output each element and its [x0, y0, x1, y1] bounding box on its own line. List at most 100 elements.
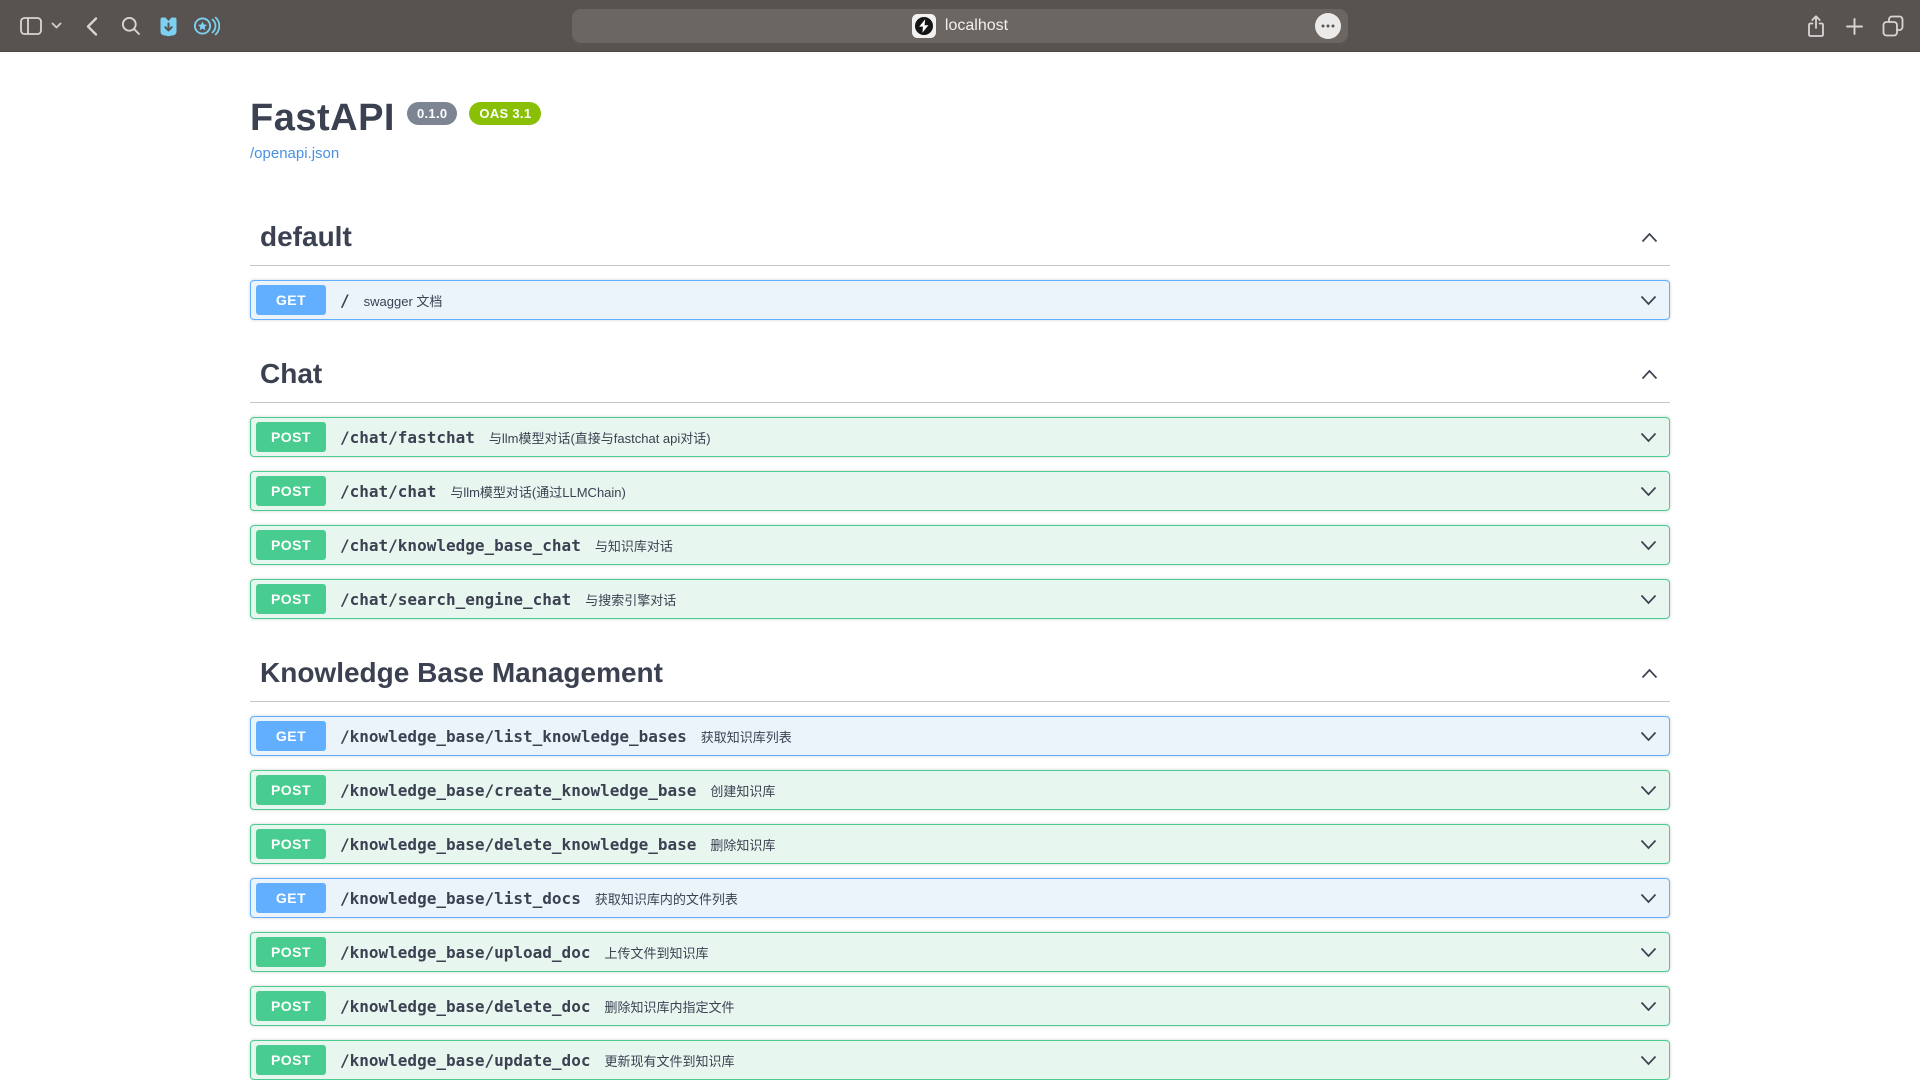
endpoint-row-knowledge-base-chat[interactable]: POST /chat/knowledge_base_chat 与知识库对话 — [250, 525, 1670, 565]
page-title: FastAPI 0.1.0 OAS 3.1 — [250, 97, 1670, 140]
page-menu-button[interactable] — [1315, 13, 1341, 39]
chevron-down-icon — [1640, 731, 1657, 742]
search-icon — [121, 16, 141, 36]
endpoint-row-create-knowledge-base[interactable]: POST /knowledge_base/create_knowledge_ba… — [250, 770, 1670, 810]
endpoint-path: /chat/chat — [340, 482, 436, 501]
endpoint-row-chat-chat[interactable]: POST /chat/chat 与llm模型对话(通过LLMChain) — [250, 471, 1670, 511]
section-title: Chat — [260, 358, 322, 390]
endpoint-row-update-doc[interactable]: POST /knowledge_base/update_doc 更新现有文件到知… — [250, 1040, 1670, 1080]
browser-toolbar: localhost — [0, 0, 1920, 52]
chevron-left-icon — [86, 17, 98, 36]
method-badge: POST — [256, 829, 326, 859]
tabs-icon — [1882, 15, 1904, 37]
method-badge: POST — [256, 775, 326, 805]
endpoint-row-search-engine-chat[interactable]: POST /chat/search_engine_chat 与搜索引擎对话 — [250, 579, 1670, 619]
endpoint-description: 上传文件到知识库 — [604, 943, 708, 962]
openapi-spec-link[interactable]: /openapi.json — [250, 145, 339, 162]
endpoint-path: /knowledge_base/update_doc — [340, 1051, 590, 1070]
method-badge: POST — [256, 937, 326, 967]
method-badge: GET — [256, 883, 326, 913]
method-badge: POST — [256, 476, 326, 506]
back-button[interactable] — [84, 0, 100, 52]
address-host: localhost — [945, 17, 1008, 35]
endpoint-path: /knowledge_base/delete_knowledge_base — [340, 835, 696, 854]
tab-overview-button[interactable] — [1880, 0, 1906, 52]
ellipsis-icon — [1321, 24, 1335, 28]
endpoint-row-list-knowledge-bases[interactable]: GET /knowledge_base/list_knowledge_bases… — [250, 716, 1670, 756]
method-badge: POST — [256, 422, 326, 452]
chevron-down-icon — [1640, 947, 1657, 958]
share-button[interactable] — [1804, 0, 1828, 52]
method-badge: GET — [256, 721, 326, 751]
endpoint-path: /knowledge_base/list_knowledge_bases — [340, 727, 687, 746]
endpoint-description: 与搜索引擎对话 — [585, 590, 676, 609]
method-badge: POST — [256, 1045, 326, 1075]
endpoint-path: /knowledge_base/list_docs — [340, 889, 581, 908]
endpoint-description: 创建知识库 — [710, 781, 775, 800]
endpoint-row-chat-fastchat[interactable]: POST /chat/fastchat 与llm模型对话(直接与fastchat… — [250, 417, 1670, 457]
chevron-down-icon — [1640, 785, 1657, 796]
section-header-knowledge-base-management[interactable]: Knowledge Base Management — [250, 649, 1670, 702]
chevron-down-icon — [1640, 486, 1657, 497]
address-bar[interactable]: localhost — [572, 9, 1348, 43]
endpoint-path: /knowledge_base/create_knowledge_base — [340, 781, 696, 800]
endpoint-row-delete-knowledge-base[interactable]: POST /knowledge_base/delete_knowledge_ba… — [250, 824, 1670, 864]
section-header-chat[interactable]: Chat — [250, 350, 1670, 403]
endpoint-row-delete-doc[interactable]: POST /knowledge_base/delete_doc 删除知识库内指定… — [250, 986, 1670, 1026]
endpoint-description: swagger 文档 — [364, 291, 443, 310]
version-badge: 0.1.0 — [407, 102, 457, 125]
sidebar-dropdown-button[interactable] — [49, 0, 63, 52]
sidebar-toggle-button[interactable] — [18, 0, 44, 52]
chevron-up-icon — [1641, 369, 1670, 380]
api-title-text: FastAPI — [250, 97, 395, 140]
endpoint-description: 获取知识库列表 — [701, 727, 792, 746]
endpoint-path: /chat/knowledge_base_chat — [340, 536, 581, 555]
site-favicon — [912, 14, 936, 38]
endpoint-path: /chat/search_engine_chat — [340, 590, 571, 609]
section-header-default[interactable]: default — [250, 213, 1670, 266]
section-title: default — [260, 221, 352, 253]
chevron-up-icon — [1641, 668, 1670, 679]
endpoint-row-list-docs[interactable]: GET /knowledge_base/list_docs 获取知识库内的文件列… — [250, 878, 1670, 918]
endpoint-path: /chat/fastchat — [340, 428, 475, 447]
chevron-down-icon — [1640, 893, 1657, 904]
endpoint-description: 与知识库对话 — [595, 536, 673, 555]
chevron-down-icon — [1640, 540, 1657, 551]
endpoint-description: 删除知识库 — [710, 835, 775, 854]
endpoint-description: 与llm模型对话(通过LLMChain) — [450, 482, 626, 501]
chevron-down-icon — [1640, 1001, 1657, 1012]
endpoint-path: /knowledge_base/delete_doc — [340, 997, 590, 1016]
share-icon — [1806, 14, 1826, 39]
extension-shield-button[interactable] — [156, 0, 180, 52]
endpoint-description: 与llm模型对话(直接与fastchat api对话) — [489, 428, 711, 447]
search-button[interactable] — [120, 0, 142, 52]
new-tab-button[interactable] — [1843, 0, 1865, 52]
plus-icon — [1846, 18, 1863, 35]
swagger-page: FastAPI 0.1.0 OAS 3.1 /openapi.json defa… — [250, 52, 1670, 1080]
endpoint-path: / — [340, 291, 350, 310]
chevron-down-icon — [1640, 1055, 1657, 1066]
sidebar-panel-icon — [20, 17, 42, 35]
method-badge: GET — [256, 285, 326, 315]
chevron-down-icon — [1640, 295, 1657, 306]
endpoint-row-upload-doc[interactable]: POST /knowledge_base/upload_doc 上传文件到知识库 — [250, 932, 1670, 972]
circle-star-signal-icon — [193, 15, 220, 37]
method-badge: POST — [256, 530, 326, 560]
endpoint-path: /knowledge_base/upload_doc — [340, 943, 590, 962]
endpoint-description: 删除知识库内指定文件 — [604, 997, 734, 1016]
shield-download-icon — [157, 15, 180, 38]
chevron-down-icon — [1640, 594, 1657, 605]
endpoint-description: 更新现有文件到知识库 — [604, 1051, 734, 1070]
endpoint-description: 获取知识库内的文件列表 — [595, 889, 738, 908]
chevron-up-icon — [1641, 232, 1670, 243]
oas-badge: OAS 3.1 — [469, 102, 541, 125]
api-info: FastAPI 0.1.0 OAS 3.1 /openapi.json — [250, 52, 1670, 163]
section-title: Knowledge Base Management — [260, 657, 663, 689]
chevron-down-icon — [1640, 432, 1657, 443]
method-badge: POST — [256, 584, 326, 614]
chevron-down-icon — [1640, 839, 1657, 850]
extension-focus-button[interactable] — [192, 0, 220, 52]
endpoint-row-root[interactable]: GET / swagger 文档 — [250, 280, 1670, 320]
method-badge: POST — [256, 991, 326, 1021]
chevron-down-icon — [51, 22, 62, 30]
